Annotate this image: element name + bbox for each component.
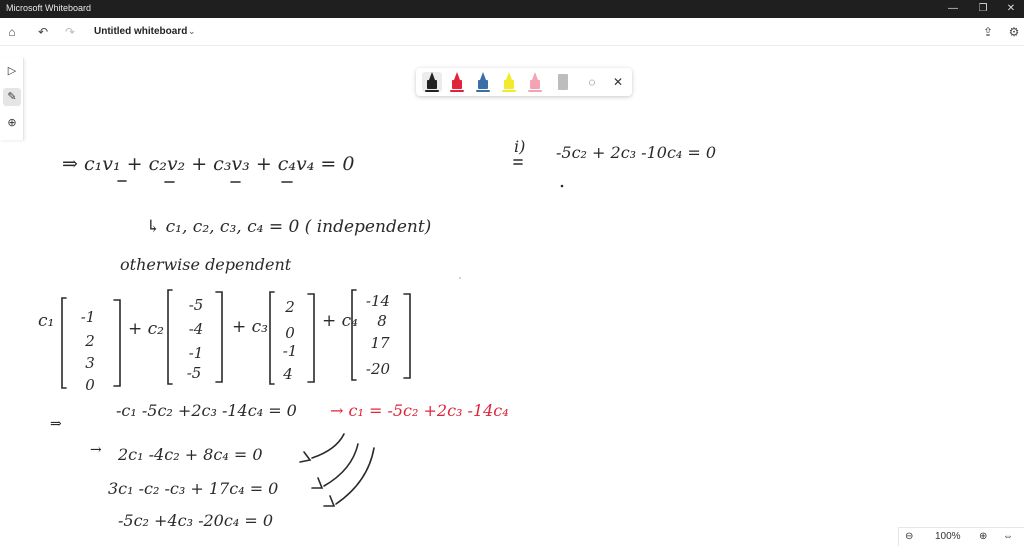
share-icon[interactable]: ⇪ bbox=[980, 24, 996, 40]
ink-matrix-3-row-2: 0 bbox=[285, 324, 295, 342]
ink-linear-combination: ⇒ c₁v₁ + c₂v₂ + c₃v₃ + c₄v₄ = 0 bbox=[62, 153, 354, 175]
ink-matrix-3-row-3: -1 bbox=[283, 342, 298, 360]
zoom-out-icon[interactable]: ⊖ bbox=[905, 530, 913, 544]
ink-matrix-2-row-2: -4 bbox=[189, 320, 204, 338]
app-toolbar: ⌂ ↶ ↷ Untitled whiteboard ⌄ ⇪ ⚙ bbox=[0, 18, 1024, 46]
ink-matrix-1-row-3: 3 bbox=[85, 354, 95, 372]
ink-arrow-head bbox=[323, 495, 336, 507]
ink-matrix-1-row-4: 0 bbox=[85, 376, 95, 394]
ink-equation-2: 2c₁ -4c₂ + 8c₄ = 0 bbox=[117, 445, 263, 464]
ink-left-bracket bbox=[61, 297, 67, 389]
ink-implies-arrow: ⇒ bbox=[50, 416, 62, 432]
ink-coef-c1: c₁ bbox=[38, 311, 54, 331]
ink-arrow-head bbox=[311, 477, 324, 489]
ink-dot bbox=[459, 277, 461, 279]
ink-matrix-4-row-2: 8 bbox=[377, 312, 387, 330]
ink-otherwise-dependent: otherwise dependent bbox=[120, 255, 292, 274]
fit-to-screen-icon[interactable]: ⇔ bbox=[1003, 530, 1013, 544]
zoom-control: ⊖ 100% ⊕ ⇔ bbox=[898, 527, 1024, 546]
ink-equation-1-solution: → c₁ = -5c₂ +2c₃ -14c₄ bbox=[330, 401, 509, 420]
redo-icon[interactable]: ↷ bbox=[62, 24, 78, 40]
minimize-icon[interactable]: — bbox=[936, 0, 970, 18]
ink-matrix-4-row-4: -20 bbox=[366, 360, 391, 378]
ink-matrix-4-row-3: 17 bbox=[370, 334, 390, 352]
ink-left-bracket bbox=[269, 291, 275, 385]
ink-matrix-2-row-1: -5 bbox=[189, 296, 204, 314]
ink-left-bracket bbox=[167, 289, 173, 385]
ink-matrix-3-row-4: 4 bbox=[282, 365, 293, 383]
ink-right-bracket bbox=[215, 291, 223, 383]
title-bar: Microsoft Whiteboard — ❐ ✕ bbox=[0, 0, 1024, 18]
ink-right-bracket bbox=[307, 293, 315, 383]
zoom-level[interactable]: 100% bbox=[935, 530, 961, 544]
chevron-down-icon[interactable]: ⌄ bbox=[188, 26, 196, 37]
ink-equation-4: -5c₂ +4c₃ -20c₄ = 0 bbox=[118, 511, 273, 530]
board-title[interactable]: Untitled whiteboard bbox=[94, 26, 187, 37]
gear-icon[interactable]: ⚙ bbox=[1006, 24, 1022, 40]
ink-layer: ⇒ c₁v₁ + c₂v₂ + c₃v₃ + c₄v₄ = 0 ↳ c₁, c₂… bbox=[38, 137, 716, 530]
undo-icon[interactable]: ↶ bbox=[35, 24, 51, 40]
ink-coef-c2: + c₂ bbox=[128, 319, 164, 339]
ink-matrix-4-row-1: -14 bbox=[366, 292, 390, 310]
close-window-icon[interactable]: ✕ bbox=[994, 0, 1024, 18]
app-title: Microsoft Whiteboard bbox=[6, 3, 92, 13]
ink-right-bracket bbox=[403, 293, 411, 379]
ink-matrix-3-row-1: 2 bbox=[284, 298, 295, 316]
ink-dot bbox=[560, 184, 564, 188]
ink-left-bracket bbox=[351, 289, 357, 381]
ink-side-label: i) bbox=[514, 137, 525, 156]
ink-side-equation: -5c₂ + 2c₃ -10c₄ = 0 bbox=[556, 143, 716, 162]
home-icon[interactable]: ⌂ bbox=[4, 24, 20, 40]
ink-curved-arrow bbox=[311, 433, 345, 459]
ink-equation-1: -c₁ -5c₂ +2c₃ -14c₄ = 0 bbox=[116, 401, 297, 420]
ink-arrow-head bbox=[299, 451, 312, 463]
ink-independent-condition: ↳ c₁, c₂, c₃, c₄ = 0 ( independent) bbox=[146, 217, 431, 237]
ink-matrix-2-row-3: -1 bbox=[189, 344, 204, 362]
ink-matrix-1-row-1: -1 bbox=[81, 308, 96, 326]
ink-equation-3: 3c₁ -c₂ -c₃ + 17c₄ = 0 bbox=[108, 479, 278, 498]
ink-matrix-1-row-2: 2 bbox=[84, 332, 95, 350]
ink-matrix-2-row-4: -5 bbox=[187, 364, 202, 382]
whiteboard-canvas[interactable]: ⇒ c₁v₁ + c₂v₂ + c₃v₃ + c₄v₄ = 0 ↳ c₁, c₂… bbox=[0, 46, 1024, 546]
zoom-in-icon[interactable]: ⊕ bbox=[979, 530, 987, 544]
ink-arrow-2: → bbox=[90, 442, 102, 458]
ink-right-bracket bbox=[113, 299, 121, 387]
ink-coef-c3: + c₃ bbox=[232, 317, 268, 337]
ink-curved-arrow bbox=[335, 447, 375, 505]
